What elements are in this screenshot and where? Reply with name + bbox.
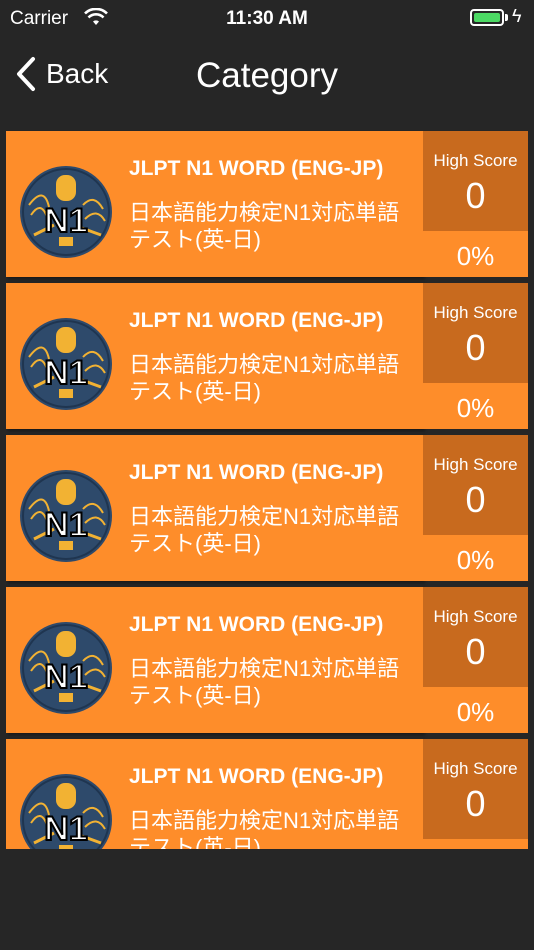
category-cell[interactable]: N1 JLPT N1 WORD (ENG-JP) 日本語能力検定N1対応単語テス… <box>6 739 423 849</box>
jlpt-n1-logo-icon: N1 <box>20 318 112 410</box>
category-row[interactable]: N1 JLPT N1 WORD (ENG-JP) 日本語能力検定N1対応単語テス… <box>6 283 528 429</box>
high-score-label: High Score <box>433 303 518 322</box>
charging-icon: ϟ <box>512 6 522 26</box>
progress-box: 0% <box>423 383 528 429</box>
logo-text: N1 <box>44 810 87 848</box>
category-title: JLPT N1 WORD (ENG-JP) <box>129 461 384 484</box>
category-row[interactable]: N1 JLPT N1 WORD (ENG-JP) 日本語能力検定N1対応単語テス… <box>6 435 528 581</box>
high-score-box: High Score 0 <box>423 283 528 383</box>
high-score-label: High Score <box>433 759 518 778</box>
category-cell[interactable]: N1 JLPT N1 WORD (ENG-JP) 日本語能力検定N1対応単語テス… <box>6 435 423 581</box>
logo-text: N1 <box>44 354 87 392</box>
category-row[interactable]: N1 JLPT N1 WORD (ENG-JP) 日本語能力検定N1対応単語テス… <box>6 131 528 277</box>
category-list[interactable]: N1 JLPT N1 WORD (ENG-JP) 日本語能力検定N1対応単語テス… <box>6 131 528 849</box>
status-bar: Carrier 11:30 AM ϟ <box>0 0 534 38</box>
high-score-box: High Score 0 <box>423 131 528 231</box>
progress-percent: 0% <box>456 241 495 271</box>
progress-percent: 0% <box>456 697 495 727</box>
category-subtitle: 日本語能力検定N1対応単語テスト(英-日) <box>129 352 400 404</box>
category-title: JLPT N1 WORD (ENG-JP) <box>129 765 384 788</box>
high-score-value: 0 <box>465 479 486 520</box>
category-subtitle: 日本語能力検定N1対応単語テスト(英-日) <box>129 504 400 556</box>
category-row[interactable]: N1 JLPT N1 WORD (ENG-JP) 日本語能力検定N1対応単語テス… <box>6 739 528 849</box>
category-subtitle: 日本語能力検定N1対応単語テスト(英-日) <box>129 656 400 708</box>
high-score-value: 0 <box>465 327 486 368</box>
battery-icon <box>470 9 504 26</box>
status-time: 11:30 AM <box>226 8 308 29</box>
high-score-box: High Score 0 <box>423 587 528 687</box>
jlpt-n1-logo-icon: N1 <box>20 470 112 562</box>
category-cell[interactable]: N1 JLPT N1 WORD (ENG-JP) 日本語能力検定N1対応単語テス… <box>6 587 423 733</box>
category-row[interactable]: N1 JLPT N1 WORD (ENG-JP) 日本語能力検定N1対応単語テス… <box>6 587 528 733</box>
category-title: JLPT N1 WORD (ENG-JP) <box>129 309 384 332</box>
progress-percent: 0% <box>456 545 495 575</box>
high-score-label: High Score <box>433 151 518 170</box>
category-title: JLPT N1 WORD (ENG-JP) <box>129 157 384 180</box>
battery-tip <box>505 14 508 21</box>
high-score-value: 0 <box>465 783 486 824</box>
high-score-value: 0 <box>465 631 486 672</box>
logo-text: N1 <box>44 658 87 696</box>
logo-text: N1 <box>44 506 87 544</box>
category-subtitle: 日本語能力検定N1対応単語テスト(英-日) <box>129 200 400 252</box>
jlpt-n1-logo-icon: N1 <box>20 622 112 714</box>
category-title: JLPT N1 WORD (ENG-JP) <box>129 613 384 636</box>
high-score-label: High Score <box>433 455 518 474</box>
category-cell[interactable]: N1 JLPT N1 WORD (ENG-JP) 日本語能力検定N1対応単語テス… <box>6 283 423 429</box>
progress-percent: 0% <box>456 393 495 423</box>
progress-box: 0% <box>423 687 528 733</box>
category-cell[interactable]: N1 JLPT N1 WORD (ENG-JP) 日本語能力検定N1対応単語テス… <box>6 131 423 277</box>
progress-box: 0% <box>423 839 528 849</box>
logo-text: N1 <box>44 202 87 240</box>
page-title: Category <box>195 56 339 95</box>
high-score-value: 0 <box>465 175 486 216</box>
jlpt-n1-logo-icon: N1 <box>20 166 112 258</box>
high-score-box: High Score 0 <box>423 435 528 535</box>
high-score-label: High Score <box>433 607 518 626</box>
progress-box: 0% <box>423 231 528 277</box>
jlpt-n1-logo-icon: N1 <box>20 774 112 849</box>
navigation-bar: Back Category <box>0 38 534 110</box>
high-score-box: High Score 0 <box>423 739 528 839</box>
category-subtitle: 日本語能力検定N1対応単語テスト(英-日) <box>129 808 400 849</box>
progress-box: 0% <box>423 535 528 581</box>
